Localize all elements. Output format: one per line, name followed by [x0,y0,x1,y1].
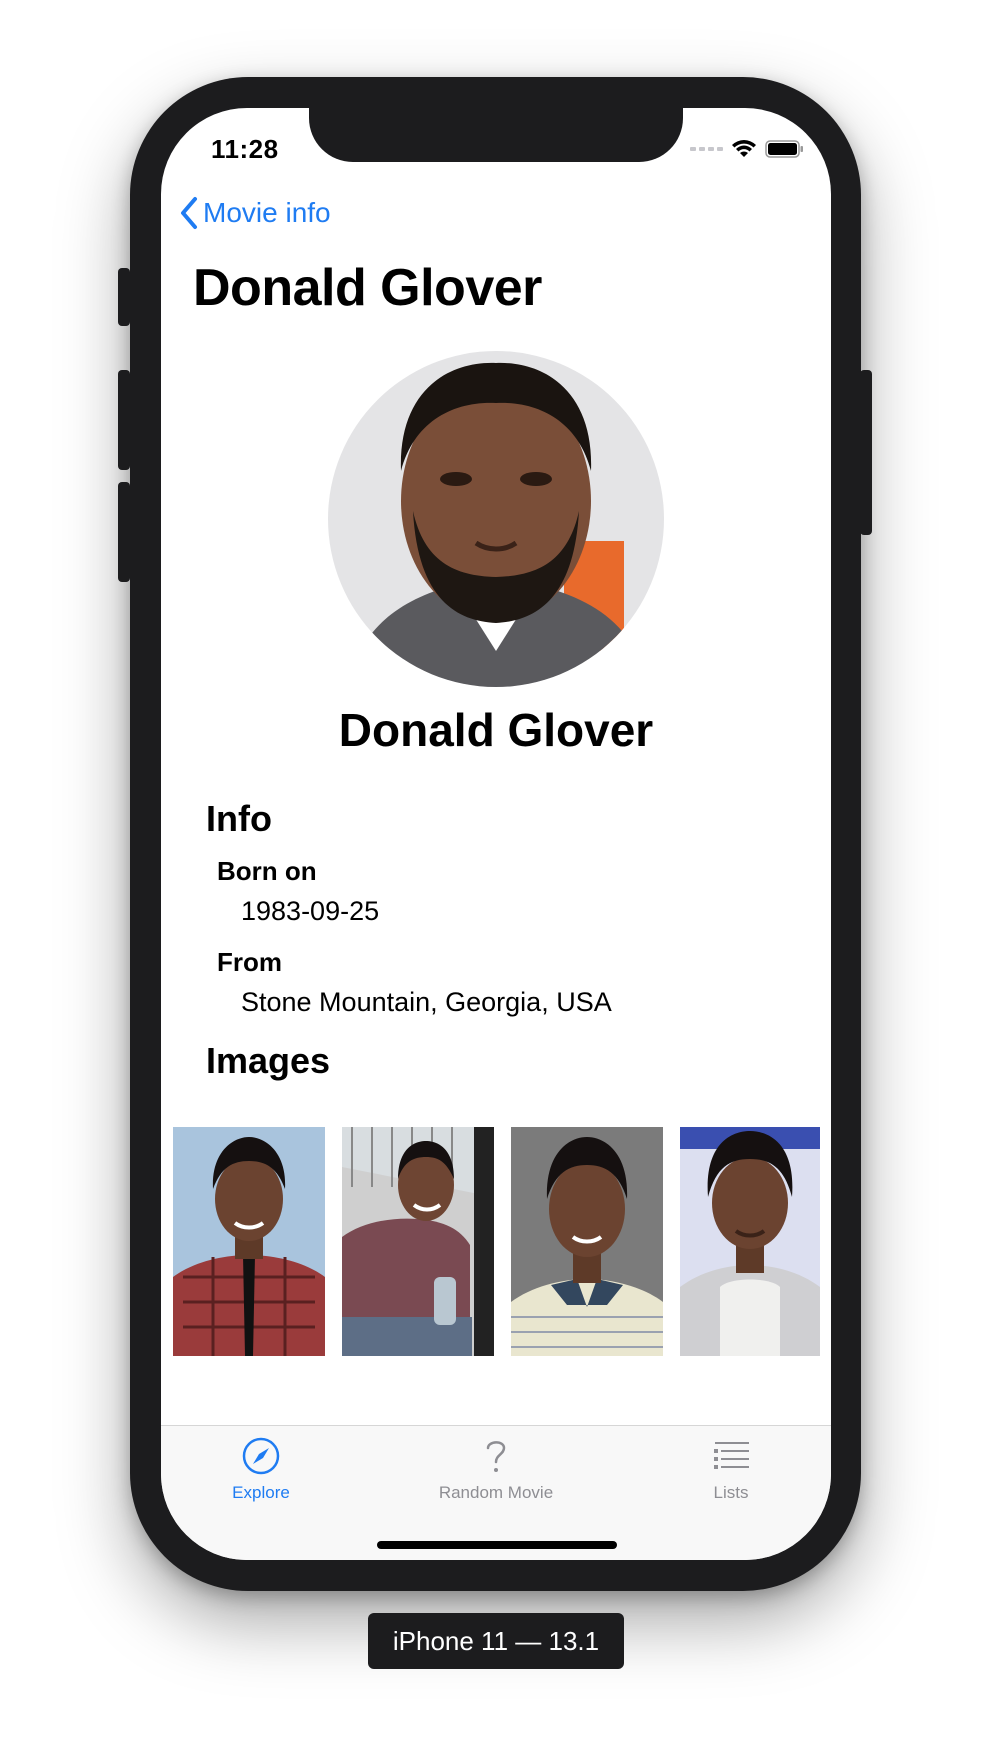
screen: 11:28 Movie info Donald Glover Donald Gl… [161,108,831,1560]
question-mark-icon [486,1441,506,1472]
chevron-left-icon [181,197,197,229]
image-thumbnail-4[interactable] [680,1127,820,1356]
images-carousel[interactable] [173,1127,820,1356]
page-title: Donald Glover [193,259,542,317]
power-button [860,370,872,535]
images-heading: Images [206,1040,331,1081]
back-button-label: Movie info [203,197,331,228]
volume-up-button [118,370,130,470]
tab-explore[interactable]: Explore [161,1436,361,1503]
tab-random-movie-label: Random Movie [438,1483,554,1502]
tab-bar: Explore Random Movie Lists [161,1425,831,1560]
image-thumbnail-2[interactable] [342,1127,494,1356]
person-name: Donald Glover [338,704,654,756]
signal-icon [690,147,723,151]
born-on-label: Born on [217,856,317,886]
from-label: From [217,947,282,977]
from-value: Stone Mountain, Georgia, USA [241,987,612,1017]
notch [309,108,683,162]
status-icons [690,138,805,160]
image-thumbnail-3[interactable] [511,1127,663,1356]
compass-icon [242,1437,280,1475]
info-heading: Info [206,798,272,839]
tab-lists-label: Lists [713,1483,749,1502]
tab-random-movie[interactable]: Random Movie [361,1436,631,1503]
tab-lists[interactable]: Lists [631,1436,831,1503]
tab-explore-label: Explore [232,1483,290,1502]
image-thumbnail-1[interactable] [173,1127,325,1356]
battery-icon [765,140,803,158]
device-caption: iPhone 11 — 13.1 [368,1613,624,1669]
mute-switch [118,268,130,326]
list-icon [714,1442,749,1469]
home-indicator[interactable] [377,1541,617,1549]
status-time: 11:28 [211,134,279,164]
back-button[interactable]: Movie info [179,196,331,230]
volume-down-button [118,482,130,582]
wifi-icon [732,140,756,157]
profile-photo [328,351,664,687]
born-on-value: 1983-09-25 [241,896,380,926]
